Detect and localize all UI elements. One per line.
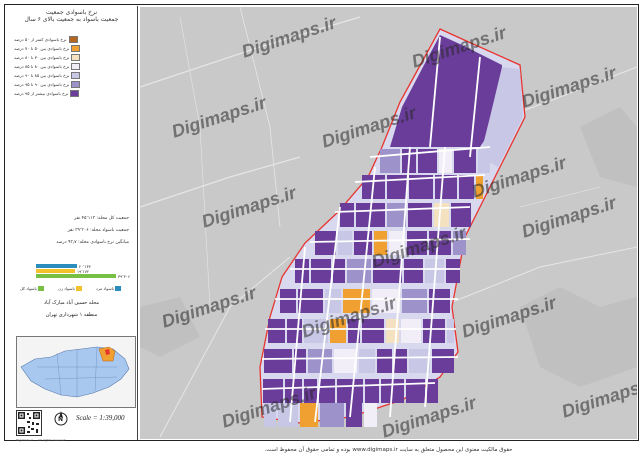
bar-key: باسواد زن bbox=[58, 286, 82, 291]
inset-map-svg bbox=[20, 346, 130, 398]
city-block bbox=[346, 403, 362, 427]
city-block bbox=[315, 231, 336, 255]
legend-swatch bbox=[71, 81, 81, 88]
legend-label: نرخ باسوادی بین ۵۰ تا ۷۰ درصد bbox=[14, 46, 70, 51]
city-block bbox=[268, 319, 285, 343]
district-name: محله حسین آباد مبارک آباد bbox=[43, 300, 100, 306]
legend-label: نرخ باسوادی بین ۸۰ تا ۸۵ درصد bbox=[14, 64, 70, 69]
legend-label: نرخ باسوادی بین ۸۵ تا ۹۰ درصد bbox=[14, 73, 70, 78]
legend-swatch bbox=[70, 90, 80, 97]
bar-key: باسواد کل bbox=[20, 286, 44, 291]
city-block bbox=[359, 349, 375, 373]
city-block bbox=[447, 319, 454, 343]
district-region: منطقه ۱ شهرداری تهران bbox=[45, 312, 98, 318]
bar-key: باسواد مرد bbox=[96, 286, 122, 291]
legend-item: نرخ باسوادی بیشتر از ۹۵ درصد bbox=[14, 90, 80, 97]
city-block bbox=[308, 349, 332, 373]
city-block bbox=[401, 319, 421, 343]
qr-code-icon bbox=[18, 412, 40, 434]
city-block bbox=[432, 349, 454, 373]
city-block bbox=[377, 349, 392, 373]
city-block bbox=[408, 203, 432, 227]
bar bbox=[36, 274, 116, 278]
copyright-text: Digimaps.ir — All rights reserved bbox=[16, 438, 66, 442]
city-block bbox=[423, 319, 445, 343]
bar-key-label: باسواد زن bbox=[58, 286, 75, 291]
legend-swatch bbox=[71, 54, 81, 61]
legend-swatch bbox=[71, 45, 81, 52]
legend-item: نرخ باسوادی بین ۵۰ تا ۷۰ درصد bbox=[14, 45, 81, 52]
map-area: Digimaps.ir Digimaps.ir Digimaps.ir Digimap… bbox=[140, 7, 637, 439]
city-block bbox=[454, 149, 476, 173]
bar-key-label: باسواد کل bbox=[20, 286, 37, 291]
city-block bbox=[333, 259, 345, 283]
footer-rights: حقوق مالکیت معنوی این محصول متعلق به سای… bbox=[264, 447, 513, 453]
legend-panel: نرخ باسوادی جمعیت جمعیت باسواد به جمعیت … bbox=[6, 6, 138, 442]
city-block bbox=[446, 259, 460, 283]
legend-label: نرخ باسوادی بین ۹۰ تا ۹۵ درصد bbox=[14, 82, 70, 87]
city-block bbox=[434, 203, 449, 227]
city-block bbox=[404, 259, 423, 283]
city-block bbox=[478, 149, 490, 173]
bar bbox=[36, 264, 77, 268]
city-block bbox=[409, 349, 430, 373]
legend-swatch bbox=[68, 36, 78, 43]
city-block bbox=[402, 289, 427, 313]
legend-item: نرخ باسوادی بین ۷۰ تا ۸۰ درصد bbox=[14, 54, 81, 61]
bar-key-swatch bbox=[75, 286, 82, 291]
legend-label: نرخ باسوادی کمتر از ۵۰ درصد bbox=[14, 37, 67, 42]
city-block bbox=[439, 149, 452, 173]
city-block bbox=[340, 203, 354, 227]
legend-label: نرخ باسوادی بیشتر از ۹۵ درصد bbox=[14, 91, 69, 96]
bar-key-label: باسواد مرد bbox=[96, 286, 115, 291]
legend-item: نرخ باسوادی کمتر از ۵۰ درصد bbox=[14, 36, 78, 43]
bar bbox=[36, 269, 76, 273]
city-block bbox=[435, 175, 457, 199]
total-population: جمعیت کل محله: ۴۵٬۱۱۳ نفر bbox=[74, 216, 129, 221]
city-block bbox=[364, 403, 377, 427]
bar-key-swatch bbox=[115, 286, 122, 291]
map-scale: Scale = 1:39,000 bbox=[76, 414, 125, 422]
legend-title: نرخ باسوادی جمعیت جمعیت باسواد به جمعیت … bbox=[6, 9, 137, 23]
city-block bbox=[387, 203, 406, 227]
literate-population: جمعیت باسواد محله: ۳۹٬۳۰۶ نفر bbox=[67, 228, 129, 233]
city-block bbox=[334, 349, 357, 373]
north-arrow: N bbox=[54, 410, 68, 429]
inset-map bbox=[16, 336, 136, 408]
city-block bbox=[365, 379, 379, 403]
legend-item: نرخ باسوادی بین ۸۰ تا ۸۵ درصد bbox=[14, 63, 81, 70]
city-block bbox=[337, 379, 363, 403]
legend-item: نرخ باسوادی بین ۸۵ تا ۹۰ درصد bbox=[14, 72, 81, 79]
city-block bbox=[347, 259, 371, 283]
qr-code bbox=[16, 410, 42, 436]
city-block bbox=[319, 379, 335, 403]
city-block bbox=[311, 259, 331, 283]
legend-swatch bbox=[71, 72, 81, 79]
bar-key-swatch bbox=[37, 286, 44, 291]
city-block bbox=[338, 231, 352, 255]
city-block bbox=[320, 403, 344, 427]
legend-label: نرخ باسوادی بین ۷۰ تا ۸۰ درصد bbox=[14, 55, 70, 60]
legend-swatch bbox=[71, 63, 81, 70]
city-block bbox=[280, 289, 296, 313]
legend-title-line2: جمعیت باسواد به جمعیت بالای ۶ سال bbox=[24, 16, 119, 23]
city-block bbox=[264, 349, 292, 373]
legend-title-line1: نرخ باسوادی جمعیت bbox=[45, 9, 98, 16]
city-block bbox=[380, 149, 400, 173]
bar-value-label: ۳۹٬۳۰۶ bbox=[118, 274, 131, 279]
city-block bbox=[394, 349, 407, 373]
north-label: N bbox=[58, 416, 64, 423]
legend-item: نرخ باسوادی بین ۹۰ تا ۹۵ درصد bbox=[14, 81, 81, 88]
average-literacy: میانگین نرخ باسوادی محله: ۹۳٫۷ درصد bbox=[56, 240, 129, 245]
